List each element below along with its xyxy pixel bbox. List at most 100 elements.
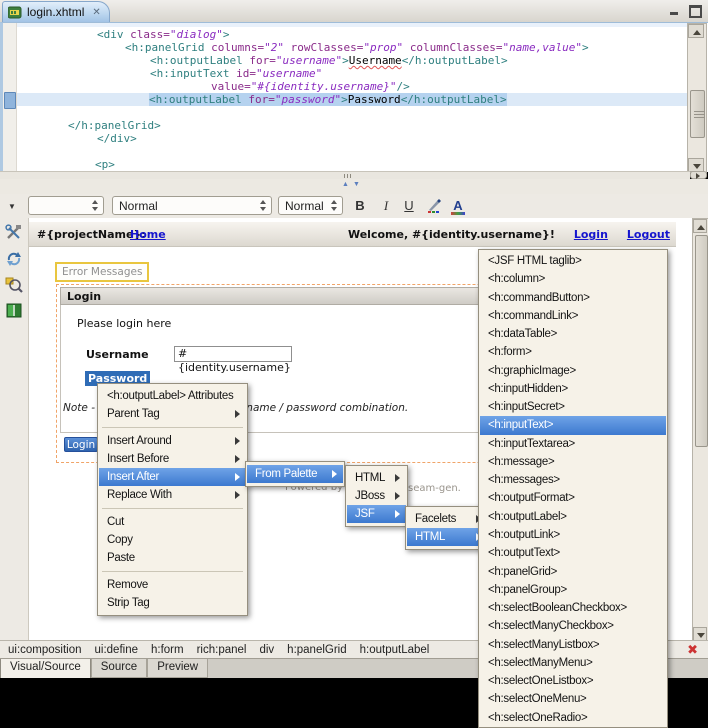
zoom-lock-icon[interactable] — [5, 276, 23, 294]
context-menu-item[interactable]: Remove — [99, 576, 246, 594]
scroll-right-button[interactable] — [690, 171, 707, 179]
submenu-item[interactable]: JSF — [347, 505, 406, 523]
source-code-line[interactable]: value="#{identity.username}"/> — [17, 80, 690, 93]
breadcrumb-item[interactable]: h:panelGrid — [287, 641, 346, 659]
visual-vertical-scrollbar[interactable] — [692, 218, 708, 642]
scroll-up-button[interactable] — [693, 219, 707, 233]
context-menu-item[interactable] — [102, 571, 243, 572]
bold-button[interactable]: B — [350, 197, 370, 215]
tag-list-item[interactable]: <h:outputLabel> — [480, 508, 666, 526]
tag-list-item[interactable]: <h:outputText> — [480, 544, 666, 562]
breadcrumb-item[interactable]: rich:panel — [197, 641, 247, 659]
source-code-line[interactable]: <div class="dialog"> — [17, 28, 690, 41]
context-menu-item[interactable]: Paste — [99, 549, 246, 567]
source-code-area[interactable]: <div class="dialog"> <h:panelGrid columns… — [17, 23, 690, 177]
tag-list-item[interactable]: <h:inputSecret> — [480, 398, 666, 416]
scrollbar-thumb[interactable] — [695, 235, 708, 447]
font-color-button[interactable]: A — [448, 197, 468, 215]
tag-list-item[interactable]: <h:form> — [480, 343, 666, 361]
annotation-ruler[interactable] — [3, 23, 17, 172]
context-menu-item[interactable]: Replace With — [99, 486, 246, 504]
breadcrumb-item[interactable]: h:form — [151, 641, 184, 659]
source-editor[interactable]: <div class="dialog"> <h:panelGrid columns… — [0, 22, 708, 172]
tag-list-item[interactable]: <h:inputText> — [480, 416, 666, 435]
red-x-icon[interactable]: ✖ — [687, 642, 698, 658]
tag-list-item[interactable]: <h:graphicImage> — [480, 362, 666, 380]
tag-list-item[interactable]: <h:commandLink> — [480, 307, 666, 325]
preferences-tools-icon[interactable] — [5, 224, 23, 242]
context-menu-item[interactable]: Insert Before — [99, 450, 246, 468]
tag-list-item[interactable]: <h:selectOneListbox> — [480, 672, 666, 690]
submenu-item[interactable]: HTML — [347, 469, 406, 487]
context-menu-item[interactable]: Strip Tag — [99, 594, 246, 612]
highlight-brush-icon[interactable] — [424, 197, 444, 215]
tag-list-item[interactable]: <h:outputLink> — [480, 526, 666, 544]
source-code-line[interactable]: <h:outputLabel for="username">Username</… — [17, 54, 690, 67]
toolbar-menu-arrow-icon[interactable]: ▼ — [8, 202, 16, 211]
context-menu-item[interactable] — [102, 508, 243, 509]
tag-list-item[interactable]: <h:selectManyCheckbox> — [480, 617, 666, 635]
tag-list-item[interactable]: <h:message> — [480, 453, 666, 471]
tag-list-item[interactable]: <h:column> — [480, 270, 666, 288]
breadcrumb-item[interactable]: h:outputLabel — [360, 641, 430, 659]
source-code-line[interactable]: <h:inputText id="username" — [17, 67, 690, 80]
editor-mode-tab[interactable]: Preview — [147, 659, 209, 678]
scroll-down-button[interactable] — [688, 158, 704, 172]
source-code-line[interactable]: </div> — [17, 132, 690, 145]
style-class-combo[interactable] — [28, 196, 104, 215]
submenu-item[interactable]: From Palette — [247, 465, 343, 483]
underline-button[interactable]: U — [399, 197, 419, 215]
tag-list-item[interactable]: <JSF HTML taglib> — [480, 252, 666, 270]
source-code-line[interactable]: <h:outputLabel for="password">Password</… — [17, 93, 690, 106]
username-label[interactable]: Username — [86, 348, 149, 361]
breadcrumb-item[interactable]: ui:define — [95, 641, 138, 659]
tag-list-item[interactable]: <h:selectManyMenu> — [480, 654, 666, 672]
collapse-down-icon[interactable]: ▼ — [353, 181, 364, 188]
source-code-line[interactable] — [17, 106, 690, 119]
editor-tab-login-xhtml[interactable]: login.xhtml ✕ — [2, 1, 110, 22]
source-vertical-scrollbar[interactable] — [687, 23, 707, 173]
tab-close-icon[interactable]: ✕ — [92, 7, 100, 18]
editor-mode-tab[interactable]: Source — [90, 659, 148, 678]
editor-mode-tab[interactable]: Visual/Source — [0, 659, 91, 679]
breadcrumb-item[interactable]: div — [259, 641, 274, 659]
tag-list-item[interactable]: <h:selectOneMenu> — [480, 690, 666, 708]
tag-list-item[interactable]: <h:inputHidden> — [480, 380, 666, 398]
home-link[interactable]: Home — [130, 228, 166, 241]
source-code-line[interactable]: <p> — [17, 158, 690, 171]
refresh-icon[interactable] — [5, 250, 23, 268]
login-submit-button[interactable]: Login — [64, 437, 98, 452]
submenu-item[interactable]: HTML — [407, 528, 487, 546]
login-link[interactable]: Login — [574, 228, 608, 241]
logout-link[interactable]: Logout — [627, 228, 670, 241]
context-menu-item[interactable]: Insert After — [99, 468, 246, 486]
source-code-line[interactable] — [17, 145, 690, 158]
maximize-button[interactable] — [689, 4, 702, 18]
source-code-line[interactable]: <h:panelGrid columns="2" rowClasses="pro… — [17, 41, 690, 54]
show-borders-table-icon[interactable] — [5, 302, 23, 320]
scrollbar-thumb[interactable] — [690, 90, 705, 138]
submenu-item[interactable]: JBoss — [347, 487, 406, 505]
context-menu-item[interactable]: Insert Around — [99, 432, 246, 450]
collapse-up-icon[interactable]: ▲ — [342, 181, 353, 188]
tag-list-item[interactable]: <h:selectManyListbox> — [480, 636, 666, 654]
breadcrumb-item[interactable]: ui:composition — [8, 641, 82, 659]
italic-button[interactable]: I — [376, 197, 396, 215]
scroll-down-button[interactable] — [693, 627, 707, 641]
source-code-line[interactable]: </h:panelGrid> — [17, 119, 690, 132]
tag-list-item[interactable]: <h:outputFormat> — [480, 489, 666, 507]
font-size-combo[interactable]: Normal — [278, 196, 343, 215]
minimize-button[interactable] — [670, 4, 683, 15]
scroll-up-button[interactable] — [688, 24, 704, 38]
source-visual-splitter[interactable]: ▲▼ — [0, 179, 708, 195]
error-messages-placeholder[interactable]: Error Messages — [55, 262, 150, 282]
context-menu-item[interactable]: Cut — [99, 513, 246, 531]
tag-list-item[interactable]: <h:panelGrid> — [480, 563, 666, 581]
context-menu-item[interactable]: Copy — [99, 531, 246, 549]
username-input[interactable]: #{identity.username} — [174, 346, 292, 374]
tag-list-item[interactable]: <h:dataTable> — [480, 325, 666, 343]
paragraph-format-combo[interactable]: Normal — [112, 196, 272, 215]
tag-list-item[interactable]: <h:commandButton> — [480, 289, 666, 307]
tag-list-item[interactable]: <h:selectOneRadio> — [480, 709, 666, 727]
tag-list-item[interactable]: <h:selectBooleanCheckbox> — [480, 599, 666, 617]
